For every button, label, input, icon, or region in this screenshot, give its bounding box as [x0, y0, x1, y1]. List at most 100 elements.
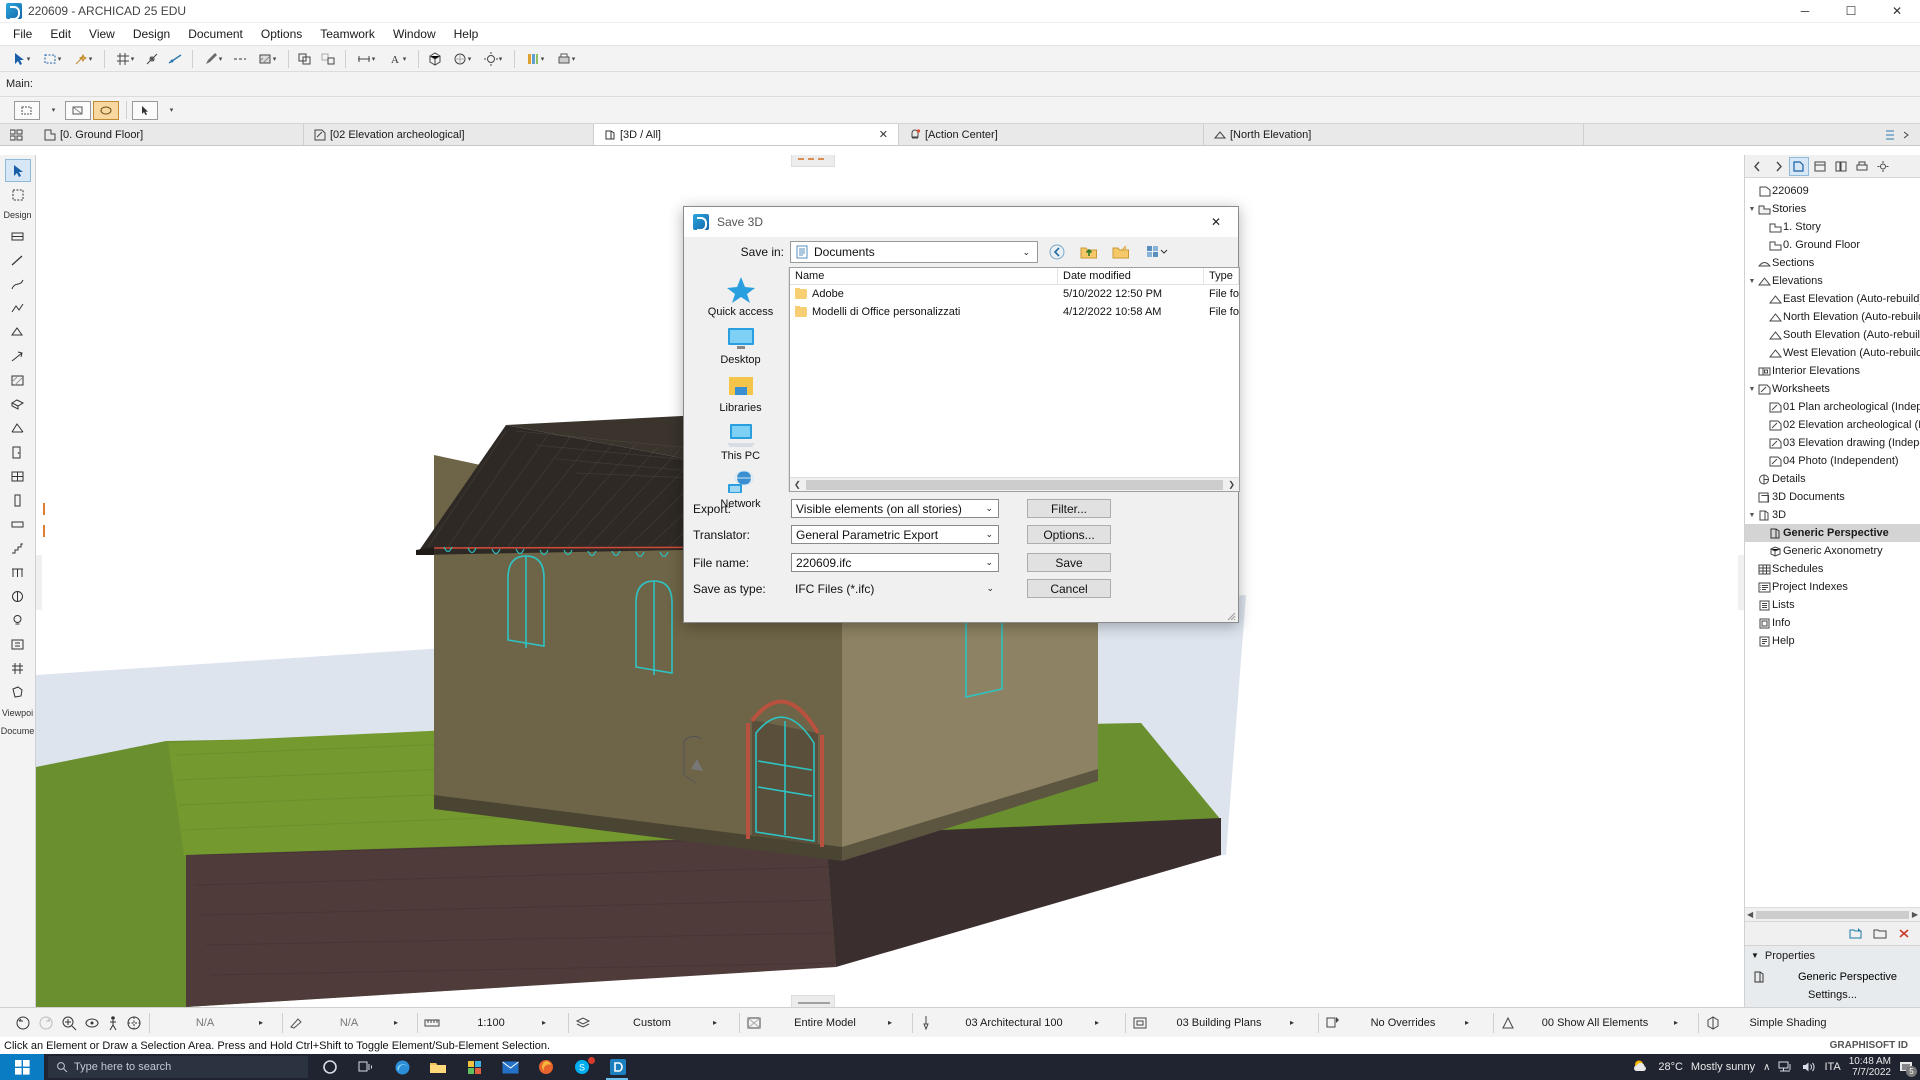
maximize-button[interactable]: ☐: [1828, 0, 1874, 23]
zone-tool[interactable]: [5, 633, 31, 656]
nav-item-stories[interactable]: ▼ Stories: [1745, 200, 1920, 218]
nav-item-02-elevation-archeological-independent[interactable]: 02 Elevation archeological (Independent): [1745, 416, 1920, 434]
dimension-button[interactable]: ▾: [351, 48, 381, 69]
volume-icon[interactable]: [1801, 1060, 1816, 1074]
arrow-select-tool[interactable]: [4, 159, 31, 182]
publisher-icon[interactable]: [1852, 157, 1872, 176]
arrow-label-tool[interactable]: [5, 345, 31, 368]
fill-type-item[interactable]: N/A ▸: [285, 1009, 415, 1037]
save-button[interactable]: Save: [1027, 553, 1111, 572]
menu-teamwork[interactable]: Teamwork: [311, 24, 384, 44]
pen-set-item[interactable]: 03 Architectural 100 ▸: [915, 1009, 1123, 1037]
translator-combo[interactable]: General Parametric Export ⌄: [791, 525, 999, 544]
beam-tool[interactable]: [5, 513, 31, 536]
save-as-type-combo[interactable]: IFC Files (*.ifc) ⌄: [791, 579, 999, 598]
door-tool[interactable]: [5, 441, 31, 464]
firefox-icon[interactable]: [528, 1054, 564, 1080]
new-folder-icon[interactable]: [1108, 241, 1134, 263]
nav-forward-icon[interactable]: [1768, 157, 1788, 176]
slab-tool[interactable]: [5, 393, 31, 416]
column-type[interactable]: Type: [1204, 268, 1239, 284]
view-mode-icon[interactable]: [1140, 241, 1174, 263]
render-button[interactable]: ▾: [447, 48, 477, 69]
window-tool[interactable]: [5, 465, 31, 488]
nav-item-03-elevation-drawing-independent[interactable]: 03 Elevation drawing (Independent): [1745, 434, 1920, 452]
mesh-tool[interactable]: [5, 657, 31, 680]
renovation-filter-item[interactable]: 00 Show All Elements ▸: [1496, 1009, 1696, 1037]
nav-item-01-plan-archeological-independent[interactable]: 01 Plan archeological (Independent): [1745, 398, 1920, 416]
explore-walk-icon[interactable]: [106, 1014, 120, 1032]
orbit-icon[interactable]: [83, 1014, 101, 1032]
cancel-button[interactable]: Cancel: [1027, 579, 1111, 598]
save-in-combo[interactable]: Documents ⌄: [790, 241, 1038, 263]
nav-item-interior-elevations[interactable]: Interior Elevations: [1745, 362, 1920, 380]
menu-window[interactable]: Window: [384, 24, 445, 44]
expand-toggle-icon[interactable]: ▼: [1747, 386, 1757, 393]
group-button[interactable]: [294, 48, 316, 69]
file-name-input[interactable]: 220609.ifc ⌄: [791, 553, 999, 572]
nav-item-1-story[interactable]: 1. Story: [1745, 218, 1920, 236]
project-map-icon[interactable]: [1789, 156, 1809, 176]
3d-view-button[interactable]: [424, 48, 446, 69]
tab-ground-floor[interactable]: [0. Ground Floor]: [34, 124, 304, 145]
text-button[interactable]: A ▾: [382, 48, 412, 69]
chevron-down-icon[interactable]: ⌄: [1017, 247, 1035, 258]
wall-tool[interactable]: [5, 225, 31, 248]
file-row[interactable]: Modelli di Office personalizzati 4/12/202…: [790, 303, 1239, 321]
menu-help[interactable]: Help: [445, 24, 488, 44]
delete-icon[interactable]: [1894, 924, 1914, 943]
lamp-tool[interactable]: [5, 609, 31, 632]
menu-view[interactable]: View: [80, 24, 124, 44]
nav-item-info[interactable]: Info: [1745, 614, 1920, 632]
nav-item-generic-axonometry[interactable]: Generic Axonometry: [1745, 542, 1920, 560]
nav-item-elevations[interactable]: ▼ Elevations: [1745, 272, 1920, 290]
view-map-icon[interactable]: [1810, 157, 1830, 176]
settings-button[interactable]: Settings...: [1745, 985, 1920, 1001]
nav-item-lists[interactable]: Lists: [1745, 596, 1920, 614]
zoom-in-icon[interactable]: [60, 1014, 78, 1032]
layout-book-icon[interactable]: [1831, 157, 1851, 176]
place-quick-access[interactable]: Quick access: [693, 273, 788, 318]
nav-back-icon[interactable]: [1747, 157, 1767, 176]
navigator-h-scrollbar[interactable]: ◀ ▶: [1745, 907, 1920, 921]
curtain-wall-tool[interactable]: [5, 273, 31, 296]
dialog-resize-grip[interactable]: [1224, 609, 1236, 621]
geometry-method-2[interactable]: [65, 100, 91, 120]
file-list[interactable]: Name Date modified Type Adobe 5/10/2022 1…: [789, 267, 1240, 492]
place-this-pc[interactable]: This PC: [693, 421, 788, 462]
scroll-left-icon[interactable]: ❮: [792, 480, 803, 489]
clone-folder-icon[interactable]: [1846, 924, 1866, 943]
nav-item-worksheets[interactable]: ▼ Worksheets: [1745, 380, 1920, 398]
layer-combination-item[interactable]: 03 Building Plans ▸: [1128, 1009, 1316, 1037]
task-view-icon[interactable]: [348, 1054, 384, 1080]
nav-item-west-elevation-auto-rebuild[interactable]: West Elevation (Auto-rebuild): [1745, 344, 1920, 362]
chevron-right-icon[interactable]: ▸: [713, 1018, 717, 1027]
chevron-down-icon[interactable]: ▼: [1751, 951, 1759, 960]
nav-item-south-elevation-auto-rebuild[interactable]: South Elevation (Auto-rebuild): [1745, 326, 1920, 344]
chevron-down-icon[interactable]: ⌄: [981, 583, 999, 594]
chevron-right-icon[interactable]: ▸: [1290, 1018, 1294, 1027]
close-button[interactable]: ✕: [1874, 0, 1920, 23]
archicad-taskbar-icon[interactable]: [600, 1054, 636, 1080]
nav-item-help[interactable]: Help: [1745, 632, 1920, 650]
scroll-thumb[interactable]: [1756, 910, 1909, 919]
nav-item-0-ground-floor[interactable]: 0. Ground Floor: [1745, 236, 1920, 254]
cursor-dropdown[interactable]: ▾: [160, 100, 182, 121]
column-name[interactable]: Name: [790, 268, 1058, 284]
close-icon[interactable]: ✕: [853, 128, 888, 141]
menu-document[interactable]: Document: [179, 24, 252, 44]
nav-item-220609[interactable]: 220609: [1745, 182, 1920, 200]
save-3d-dialog[interactable]: Save 3D ✕ Save in: Documents ⌄ Quick acc…: [683, 206, 1240, 623]
start-button[interactable]: [0, 1054, 44, 1080]
chevron-down-icon[interactable]: ⌄: [980, 529, 998, 540]
chevron-down-icon[interactable]: ⌄: [980, 503, 998, 514]
zoom-next-icon[interactable]: [37, 1014, 55, 1032]
column-date-modified[interactable]: Date modified: [1058, 268, 1204, 284]
roof-tool[interactable]: [5, 417, 31, 440]
network-icon[interactable]: [1778, 1060, 1793, 1074]
notification-center-icon[interactable]: 5: [1899, 1060, 1917, 1077]
weather-icon[interactable]: [1632, 1058, 1650, 1076]
column-tool[interactable]: [5, 489, 31, 512]
options-button[interactable]: Options...: [1027, 525, 1111, 544]
back-icon[interactable]: [1044, 241, 1070, 263]
